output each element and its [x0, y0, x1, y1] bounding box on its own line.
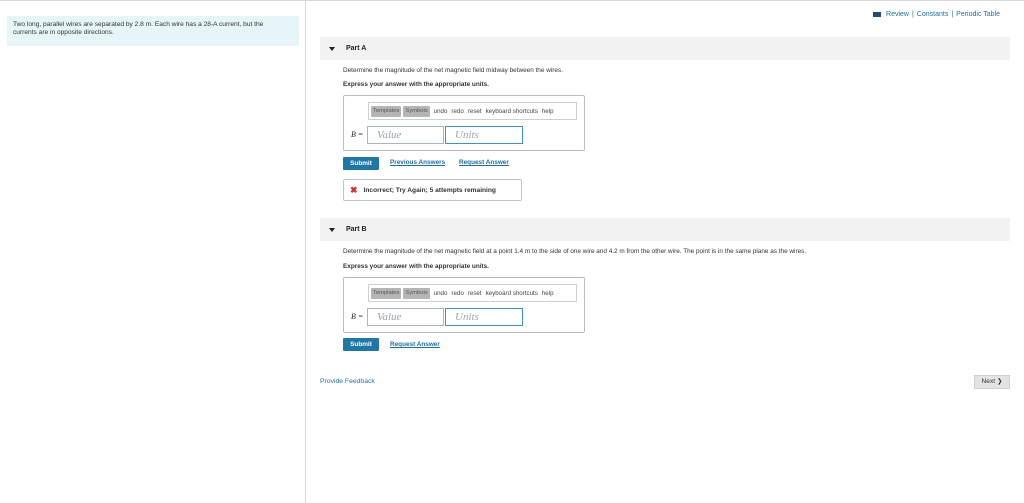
part-b-instruction: Express your answer with the appropriate…: [343, 263, 489, 270]
redo-button[interactable]: redo: [451, 290, 463, 297]
review-link[interactable]: Review: [886, 11, 909, 18]
symbols-button[interactable]: Symbols: [403, 287, 430, 299]
keyboard-shortcuts-link[interactable]: keyboard shortcuts: [486, 108, 538, 115]
collapse-caret-icon[interactable]: [329, 227, 335, 232]
problem-text-line1: Two long, parallel wires are separated b…: [13, 21, 264, 28]
part-a-question: Determine the magnitude of the net magne…: [343, 67, 563, 74]
redo-button[interactable]: redo: [451, 108, 463, 115]
part-b-question: Determine the magnitude of the net magne…: [343, 248, 807, 255]
part-a-request-answer-link[interactable]: Request Answer: [459, 159, 509, 166]
top-links: Review | Constants | Periodic Table: [873, 11, 1000, 18]
part-a-instruction: Express your answer with the appropriate…: [343, 81, 489, 88]
incorrect-feedback: ✖ Incorrect; Try Again; 5 attempts remai…: [343, 179, 522, 201]
part-b-title: Part B: [346, 226, 367, 233]
link-separator: |: [911, 11, 914, 18]
symbols-button[interactable]: Symbols: [403, 105, 430, 117]
part-b-answer-box: Templates Symbols undo redo reset keyboa…: [343, 277, 585, 333]
error-x-icon: ✖: [350, 184, 358, 195]
part-a-submit-button[interactable]: Submit: [343, 157, 379, 170]
chevron-right-icon: ❯: [996, 378, 1003, 385]
math-toolbar: Templates Symbols undo redo reset keyboa…: [368, 102, 577, 120]
next-button[interactable]: Next ❯: [974, 375, 1010, 389]
part-b-submit-button[interactable]: Submit: [343, 338, 379, 351]
constants-link[interactable]: Constants: [917, 11, 949, 18]
undo-button[interactable]: undo: [434, 290, 448, 297]
variable-label: B =: [351, 130, 364, 139]
math-toolbar: Templates Symbols undo redo reset keyboa…: [368, 284, 577, 302]
collapse-caret-icon[interactable]: [329, 46, 335, 51]
help-link[interactable]: help: [542, 108, 554, 115]
undo-button[interactable]: undo: [434, 108, 448, 115]
provide-feedback-link[interactable]: Provide Feedback: [320, 378, 375, 385]
next-label: Next: [981, 378, 996, 385]
problem-statement: Two long, parallel wires are separated b…: [7, 16, 299, 46]
units-input[interactable]: Units: [445, 126, 523, 144]
part-a-title: Part A: [346, 45, 367, 52]
value-input[interactable]: Value: [367, 126, 444, 144]
reset-button[interactable]: reset: [468, 290, 482, 297]
keyboard-shortcuts-link[interactable]: keyboard shortcuts: [486, 290, 538, 297]
link-separator: |: [951, 11, 954, 18]
part-a-answer-box: Templates Symbols undo redo reset keyboa…: [343, 95, 585, 151]
help-link[interactable]: help: [542, 290, 554, 297]
previous-answers-link[interactable]: Previous Answers: [390, 159, 445, 166]
problem-text-line2: currents are in opposite directions.: [13, 29, 114, 36]
review-icon: [873, 12, 882, 17]
problem-panel: Two long, parallel wires are separated b…: [0, 0, 306, 503]
feedback-text: Incorrect; Try Again; 5 attempts remaini…: [363, 186, 496, 194]
part-b-header[interactable]: Part B: [320, 218, 1010, 241]
templates-button[interactable]: Templates: [371, 105, 402, 117]
variable-label: B =: [351, 312, 364, 321]
part-a-header[interactable]: Part A: [320, 37, 1010, 60]
templates-button[interactable]: Templates: [371, 287, 402, 299]
value-input[interactable]: Value: [367, 308, 444, 326]
part-b-request-answer-link[interactable]: Request Answer: [390, 341, 440, 348]
periodic-table-link[interactable]: Periodic Table: [956, 11, 1000, 18]
units-input[interactable]: Units: [445, 308, 523, 326]
reset-button[interactable]: reset: [468, 108, 482, 115]
